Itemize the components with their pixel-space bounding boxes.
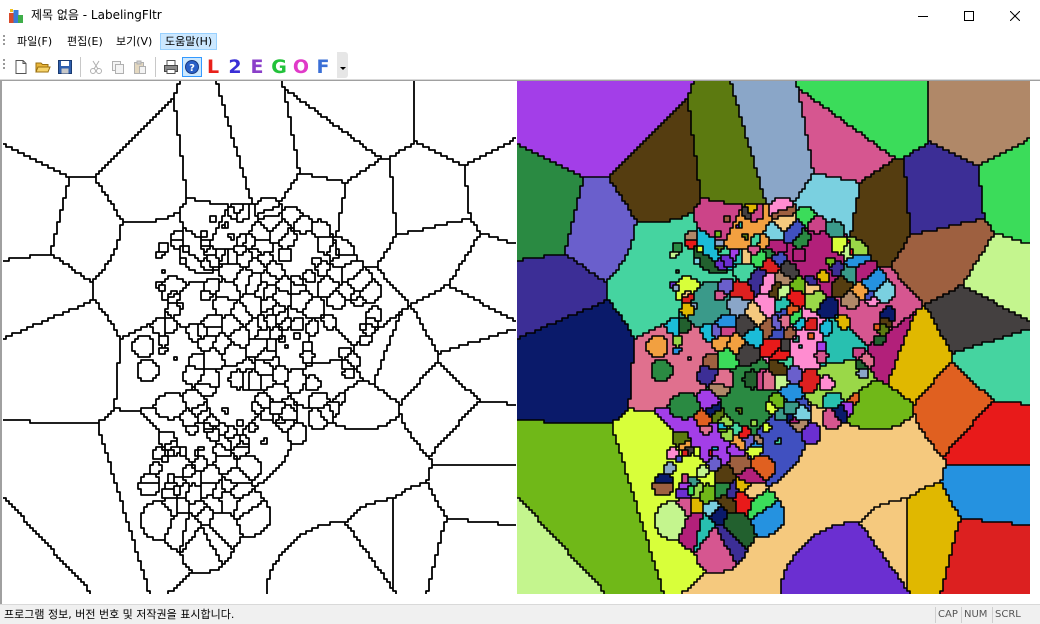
- menu-file[interactable]: 파일(F): [13, 33, 56, 50]
- filter-o-button[interactable]: O: [291, 57, 311, 77]
- toolbar-separator: [155, 57, 156, 77]
- help-icon: ?: [185, 60, 199, 74]
- title-bar: 제목 없음 - LabelingFltr: [0, 0, 1040, 31]
- help-button[interactable]: ?: [182, 57, 202, 77]
- menu-help[interactable]: 도움말(H): [160, 33, 218, 50]
- toolbar-separator: [80, 57, 81, 77]
- filter-e-glyph: E: [251, 57, 264, 77]
- toolbar-overflow-button[interactable]: [337, 52, 348, 78]
- app-icon[interactable]: [8, 8, 24, 24]
- menu-grip[interactable]: [3, 35, 6, 47]
- source-edge-image: [3, 81, 516, 594]
- cut-icon: [90, 60, 102, 74]
- filter-f-button[interactable]: F: [313, 57, 333, 77]
- filter-l-glyph: L: [207, 57, 219, 77]
- print-button[interactable]: [161, 57, 181, 77]
- filter-l-button[interactable]: L: [203, 57, 223, 77]
- filter-g-button[interactable]: G: [269, 57, 289, 77]
- filter-f-glyph: F: [317, 57, 330, 77]
- toolbar: ? L 2 E G O F: [0, 52, 1040, 80]
- paste-button[interactable]: [130, 57, 150, 77]
- maximize-button[interactable]: [946, 0, 992, 31]
- filter-o-glyph: O: [293, 57, 309, 77]
- save-button[interactable]: [55, 57, 75, 77]
- filter-2-glyph: 2: [228, 57, 241, 77]
- save-icon: [58, 60, 72, 74]
- cut-button[interactable]: [86, 57, 106, 77]
- filter-2-button[interactable]: 2: [225, 57, 245, 77]
- svg-text:?: ?: [189, 63, 195, 74]
- open-folder-icon: [35, 62, 51, 73]
- paste-icon: [134, 60, 146, 74]
- close-icon: [1010, 10, 1020, 21]
- menu-view[interactable]: 보기(V): [112, 33, 156, 50]
- filter-g-glyph: G: [271, 57, 287, 77]
- scroll-lock-indicator: SCRL: [992, 607, 1023, 623]
- new-document-icon: [15, 60, 27, 74]
- minimize-icon: [918, 15, 928, 17]
- minimize-button[interactable]: [900, 0, 946, 31]
- status-bar: 프로그램 정보, 버전 번호 및 저작권을 표시합니다. CAP NUM SCR…: [0, 604, 1040, 624]
- print-icon: [164, 60, 178, 74]
- copy-icon: [112, 61, 124, 74]
- new-button[interactable]: [11, 57, 31, 77]
- caps-lock-indicator: CAP: [935, 607, 960, 623]
- filter-e-button[interactable]: E: [247, 57, 267, 77]
- open-button[interactable]: [33, 57, 53, 77]
- maximize-icon: [964, 10, 974, 21]
- toolbar-grip[interactable]: [3, 59, 6, 71]
- window-title: 제목 없음 - LabelingFltr: [31, 7, 162, 23]
- menu-bar: 파일(F) 편집(E) 보기(V) 도움말(H): [0, 31, 1040, 52]
- labeled-region-image: [517, 81, 1030, 594]
- status-message: 프로그램 정보, 버전 번호 및 저작권을 표시합니다.: [4, 607, 234, 623]
- close-button[interactable]: [992, 0, 1038, 31]
- num-lock-indicator: NUM: [961, 607, 989, 623]
- copy-button[interactable]: [108, 57, 128, 77]
- chevron-down-icon: [340, 67, 346, 70]
- menu-edit[interactable]: 편집(E): [63, 33, 107, 50]
